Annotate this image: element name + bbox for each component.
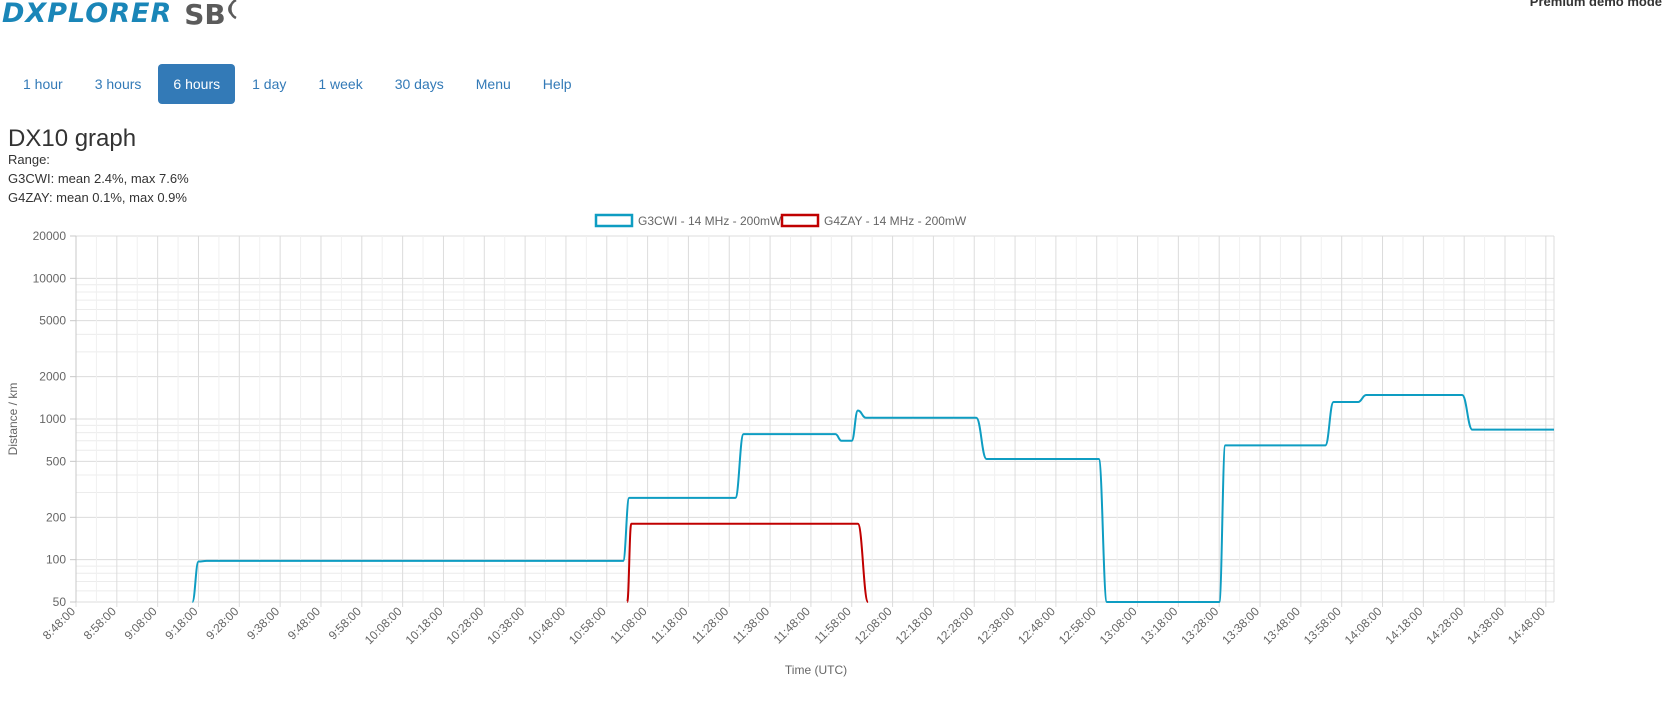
y-tick-label: 2000 xyxy=(39,370,66,384)
stats-g4zay: G4ZAY: mean 0.1%, max 0.9% xyxy=(8,190,187,205)
x-tick-label: 14:48:00 xyxy=(1505,604,1548,647)
legend-label-2[interactable]: G4ZAY - 14 MHz - 200mW xyxy=(824,214,967,228)
tab-30-days[interactable]: 30 days xyxy=(380,64,459,104)
range-label: Range: xyxy=(8,152,50,167)
x-tick-label: 11:58:00 xyxy=(812,604,855,647)
x-tick-label: 13:58:00 xyxy=(1301,604,1344,647)
stats-g3cwi: G3CWI: mean 2.4%, max 7.6% xyxy=(8,171,189,186)
signal-icon xyxy=(227,0,237,20)
x-axis-label: Time (UTC) xyxy=(785,663,847,677)
x-tick-label: 12:18:00 xyxy=(893,604,936,647)
x-tick-label: 13:28:00 xyxy=(1178,604,1221,647)
page-title: DX10 graph xyxy=(8,125,137,152)
y-tick-label: 500 xyxy=(46,454,66,468)
x-tick-label: 14:28:00 xyxy=(1423,604,1466,647)
y-tick-label: 1000 xyxy=(39,412,66,426)
tab-3-hours[interactable]: 3 hours xyxy=(80,64,157,104)
x-tick-label: 13:38:00 xyxy=(1219,604,1262,647)
tab-1-week[interactable]: 1 week xyxy=(303,64,377,104)
y-tick-label: 200 xyxy=(46,510,66,524)
legend-swatch-2[interactable] xyxy=(780,213,820,228)
y-tick-label: 100 xyxy=(46,553,66,567)
x-tick-label: 8:58:00 xyxy=(81,604,119,642)
x-tick-label: 12:28:00 xyxy=(933,604,976,647)
x-tick-label: 14:18:00 xyxy=(1383,604,1426,647)
x-tick-label: 10:28:00 xyxy=(443,604,486,647)
tab-menu[interactable]: Menu xyxy=(461,64,526,104)
x-tick-label: 9:08:00 xyxy=(122,604,160,642)
x-tick-label: 10:18:00 xyxy=(403,604,446,647)
series-line-1 xyxy=(191,394,1554,603)
x-tick-label: 10:38:00 xyxy=(484,604,527,647)
x-tick-label: 11:38:00 xyxy=(730,604,773,647)
x-tick-label: 10:08:00 xyxy=(362,604,405,647)
time-range-tabs: 1 hour 3 hours 6 hours 1 day 1 week 30 days Me… xyxy=(8,64,589,104)
logo-sb: SB xyxy=(184,0,226,31)
x-tick-label: 11:08:00 xyxy=(607,604,650,647)
y-tick-label: 5000 xyxy=(39,314,66,328)
premium-mode-label: Premium demo mode xyxy=(1529,0,1662,9)
y-tick-label: 10000 xyxy=(33,271,67,285)
y-tick-label: 20000 xyxy=(33,229,67,243)
series-line-2 xyxy=(626,522,870,603)
legend-swatch-1[interactable] xyxy=(594,213,634,228)
x-tick-label: 9:18:00 xyxy=(162,604,200,642)
x-tick-label: 10:58:00 xyxy=(566,604,609,647)
dxplorer-logo: DXPLORER SB xyxy=(2,0,242,32)
x-tick-label: 14:08:00 xyxy=(1342,604,1385,647)
legend-label-1[interactable]: G3CWI - 14 MHz - 200mW xyxy=(638,214,782,228)
x-tick-label: 11:18:00 xyxy=(648,604,691,647)
x-tick-label: 11:28:00 xyxy=(689,604,732,647)
x-tick-label: 13:48:00 xyxy=(1260,604,1303,647)
x-tick-label: 13:08:00 xyxy=(1097,604,1140,647)
x-tick-label: 11:48:00 xyxy=(771,604,814,647)
x-tick-label: 9:38:00 xyxy=(244,604,282,642)
dx10-chart: 5010020050010002000500010000200008:48:00… xyxy=(6,213,1555,677)
x-tick-label: 10:48:00 xyxy=(525,604,568,647)
x-tick-label: 14:38:00 xyxy=(1464,604,1507,647)
x-tick-label: 9:58:00 xyxy=(326,604,364,642)
x-tick-label: 12:58:00 xyxy=(1056,604,1099,647)
grid xyxy=(75,235,1555,607)
tab-6-hours[interactable]: 6 hours xyxy=(158,64,236,104)
x-tick-label: 9:48:00 xyxy=(285,604,323,642)
x-tick-label: 12:48:00 xyxy=(1015,604,1058,647)
x-tick-label: 12:08:00 xyxy=(852,604,895,647)
tab-1-day[interactable]: 1 day xyxy=(237,64,301,104)
x-tick-label: 13:18:00 xyxy=(1138,604,1181,647)
tab-help[interactable]: Help xyxy=(528,64,587,104)
x-tick-label: 12:38:00 xyxy=(974,604,1017,647)
x-tick-label: 8:48:00 xyxy=(40,604,78,642)
tab-1-hour[interactable]: 1 hour xyxy=(8,64,78,104)
logo-text: DXPLORER xyxy=(2,0,173,29)
x-tick-label: 9:28:00 xyxy=(203,604,241,642)
y-axis-label: Distance / km xyxy=(6,383,20,456)
legend: G3CWI - 14 MHz - 200mW G4ZAY - 14 MHz - 2… xyxy=(594,213,967,228)
